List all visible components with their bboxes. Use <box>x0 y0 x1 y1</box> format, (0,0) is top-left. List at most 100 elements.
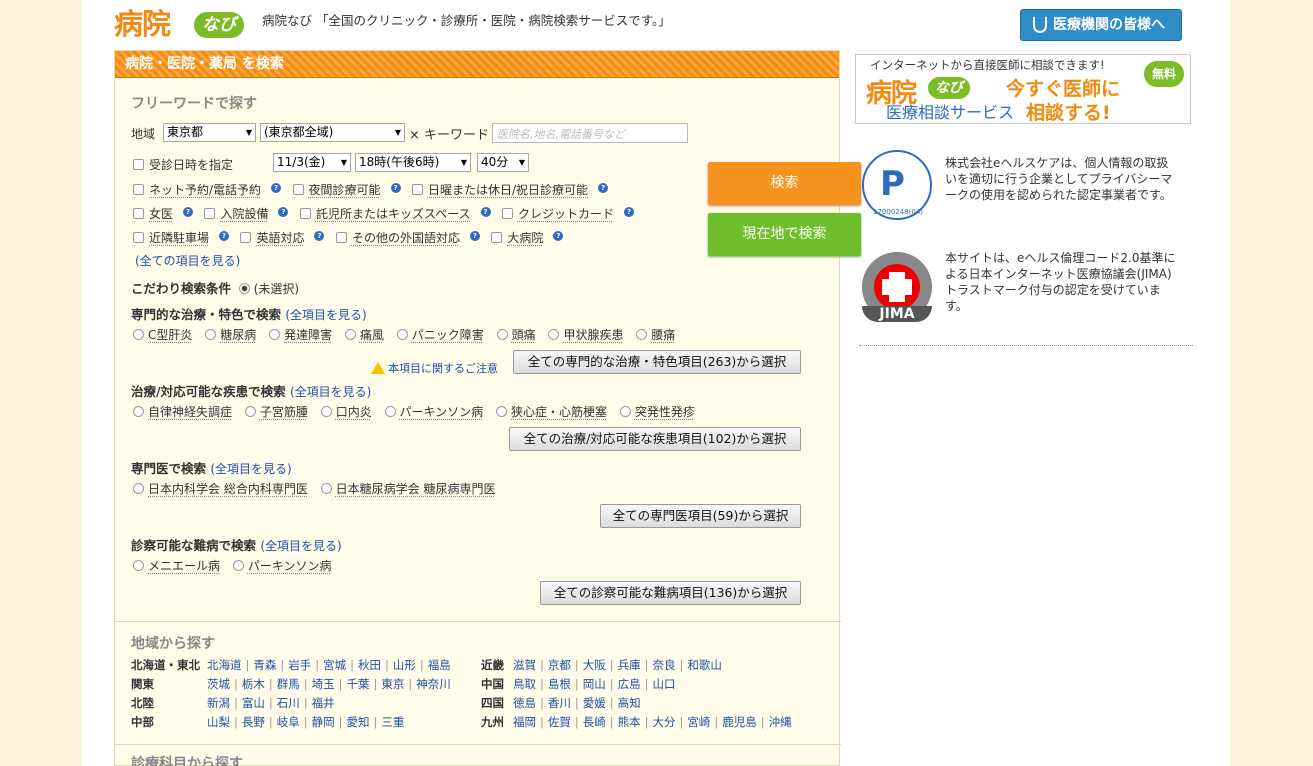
special-option[interactable]: パニック障害 <box>396 328 484 342</box>
disease-option[interactable]: 突発性発疹 <box>619 405 695 419</box>
prefecture-link[interactable]: 新潟 <box>207 696 230 710</box>
prefecture-link[interactable]: 秋田 <box>358 658 381 672</box>
special-option[interactable]: 糖尿病 <box>205 328 256 342</box>
medical-institutions-button[interactable]: 医療機関の皆様へ <box>1020 9 1182 41</box>
help-icon[interactable]: ? <box>271 183 282 193</box>
checkbox-online-reservation[interactable]: ネット予約/電話予約 <box>133 183 269 197</box>
keyword-input[interactable]: 医院名,地名,電話番号など <box>492 123 688 143</box>
prefecture-link[interactable]: 兵庫 <box>618 658 641 672</box>
special-option[interactable]: 痛風 <box>344 328 384 342</box>
special-option[interactable]: 腰痛 <box>636 328 675 342</box>
site-logo[interactable]: 病院 なび <box>114 6 248 42</box>
prefecture-link[interactable]: 静岡 <box>312 715 335 729</box>
checkbox-other-languages[interactable]: その他の外国語対応 <box>335 231 468 245</box>
disease-option[interactable]: 口内炎 <box>320 405 372 419</box>
disease-option[interactable]: 狭心症・心筋梗塞 <box>496 405 607 419</box>
prefecture-link[interactable]: 高知 <box>618 696 641 710</box>
prefecture-link[interactable]: 富山 <box>242 696 265 710</box>
date-checkbox[interactable] <box>133 159 144 170</box>
rare-all-button[interactable]: 全ての診察可能な難病項目(136)から選択 <box>540 581 801 605</box>
prefecture-link[interactable]: 山口 <box>653 677 676 691</box>
prefecture-link[interactable]: 大分 <box>653 715 676 729</box>
prefecture-link[interactable]: 福岡 <box>513 715 536 729</box>
prefecture-link[interactable]: 鳥取 <box>513 677 536 691</box>
prefecture-link[interactable]: 香川 <box>548 696 571 710</box>
prefecture-select[interactable]: 東京都 <box>163 123 256 142</box>
rare-option[interactable]: パーキンソン病 <box>232 559 332 573</box>
prefecture-link[interactable]: 北海道 <box>207 658 242 672</box>
prefecture-link[interactable]: 長崎 <box>583 715 606 729</box>
consultation-ad-banner[interactable]: インターネットから直接医師に相談できます! 病院 なび 医療相談サービス 今すぐ… <box>855 54 1191 124</box>
prefecture-link[interactable]: 宮城 <box>323 658 346 672</box>
prefecture-link[interactable]: 長野 <box>242 715 265 729</box>
specialist-see-all-link[interactable]: (全項目を見る) <box>210 462 291 476</box>
prefecture-link[interactable]: 沖縄 <box>769 715 792 729</box>
area-select[interactable]: (東京都全域) <box>260 123 405 142</box>
prefecture-link[interactable]: 島根 <box>548 677 571 691</box>
special-option[interactable]: 頭痛 <box>496 328 536 342</box>
help-icon[interactable]: ? <box>480 207 491 217</box>
current-location-search-button[interactable]: 現在地で検索 <box>708 213 861 256</box>
prefecture-link[interactable]: 神奈川 <box>416 677 451 691</box>
specialist-all-button[interactable]: 全ての専門医項目(59)から選択 <box>600 504 801 528</box>
prefecture-link[interactable]: 群馬 <box>277 677 300 691</box>
disease-option[interactable]: 自律神経失調症 <box>133 405 232 419</box>
checkbox-hospitalization[interactable]: 入院設備 <box>204 207 276 221</box>
checkbox-night[interactable]: 夜間診療可能 <box>292 183 389 197</box>
special-option[interactable]: 甲状腺疾患 <box>548 328 623 342</box>
special-option[interactable]: C型肝炎 <box>133 328 192 342</box>
checkbox-holiday[interactable]: 日曜または休日/祝日診療可能 <box>411 183 596 197</box>
prefecture-link[interactable]: 三重 <box>381 715 404 729</box>
prefecture-link[interactable]: 山梨 <box>207 715 230 729</box>
help-icon[interactable]: ? <box>469 231 480 241</box>
checkbox-credit-card[interactable]: クレジットカード <box>501 207 622 221</box>
help-icon[interactable]: ? <box>623 207 634 217</box>
prefecture-link[interactable]: 青森 <box>253 658 276 672</box>
rare-see-all-link[interactable]: (全項目を見る) <box>260 539 341 553</box>
help-icon[interactable]: ? <box>314 231 325 241</box>
prefecture-link[interactable]: 徳島 <box>513 696 536 710</box>
see-all-items-link[interactable]: (全ての項目を見る) <box>135 252 240 269</box>
prefecture-link[interactable]: 栃木 <box>242 677 265 691</box>
help-icon[interactable]: ? <box>278 207 289 217</box>
special-option[interactable]: 発達障害 <box>269 328 332 342</box>
prefecture-link[interactable]: 和歌山 <box>687 658 722 672</box>
minutes-select[interactable]: 40分 <box>477 153 529 172</box>
help-icon[interactable]: ? <box>183 207 194 217</box>
prefecture-link[interactable]: 滋賀 <box>513 658 536 672</box>
disease-option[interactable]: パーキンソン病 <box>384 405 483 419</box>
prefecture-link[interactable]: 熊本 <box>618 715 641 729</box>
checkbox-english[interactable]: 英語対応 <box>240 231 312 245</box>
kodawari-radio[interactable] <box>238 283 250 294</box>
checkbox-female-doctor[interactable]: 女医 <box>133 207 181 221</box>
prefecture-link[interactable]: 愛媛 <box>583 696 606 710</box>
prefecture-link[interactable]: 宮崎 <box>687 715 710 729</box>
prefecture-link[interactable]: 大阪 <box>583 658 606 672</box>
checkbox-childcare[interactable]: 託児所またはキッズスペース <box>299 207 479 221</box>
prefecture-link[interactable]: 千葉 <box>347 677 370 691</box>
prefecture-link[interactable]: 岩手 <box>288 658 311 672</box>
rare-option[interactable]: メニエール病 <box>133 559 220 573</box>
search-button[interactable]: 検索 <box>708 162 861 205</box>
help-icon[interactable]: ? <box>219 231 230 241</box>
prefecture-link[interactable]: 広島 <box>618 677 641 691</box>
special-warning-link[interactable]: 本項目に関するご注意 <box>371 360 498 376</box>
prefecture-link[interactable]: 奈良 <box>653 658 676 672</box>
disease-option[interactable]: 子宮筋腫 <box>244 405 308 419</box>
specialist-option[interactable]: 日本内科学会 総合内科専門医 <box>133 482 308 496</box>
time-select[interactable]: 18時(午後6時) <box>355 153 471 172</box>
prefecture-link[interactable]: 茨城 <box>207 677 230 691</box>
special-see-all-link[interactable]: (全項目を見る) <box>285 308 366 322</box>
date-select[interactable]: 11/3(金) <box>273 153 351 172</box>
prefecture-link[interactable]: 埼玉 <box>312 677 335 691</box>
checkbox-parking[interactable]: 近隣駐車場 <box>133 231 217 245</box>
disease-all-button[interactable]: 全ての治療/対応可能な疾患項目(102)から選択 <box>509 427 801 451</box>
prefecture-link[interactable]: 福井 <box>312 696 335 710</box>
prefecture-link[interactable]: 山形 <box>393 658 416 672</box>
prefecture-link[interactable]: 東京 <box>381 677 404 691</box>
help-icon[interactable]: ? <box>598 183 609 193</box>
checkbox-large-hospital[interactable]: 大病院 <box>491 231 551 245</box>
special-all-button[interactable]: 全ての専門的な治療・特色項目(263)から選択 <box>513 350 801 374</box>
prefecture-link[interactable]: 佐賀 <box>548 715 571 729</box>
help-icon[interactable]: ? <box>390 183 401 193</box>
